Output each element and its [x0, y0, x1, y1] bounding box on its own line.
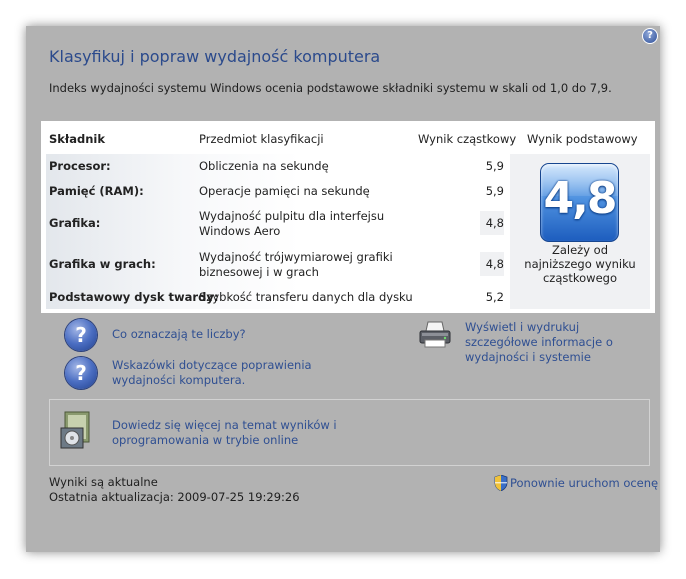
question-icon: ? — [65, 357, 97, 389]
component-subject: Wydajność pulpitu dla interfejsu Windows… — [199, 209, 385, 238]
rerun-assessment-link[interactable]: Ponownie uruchom ocenę — [510, 476, 658, 491]
component-score: 5,9 — [485, 184, 504, 198]
component-subject: Wydajność trójwymiarowej grafiki bizneso… — [199, 250, 393, 279]
component-name: Procesor: — [49, 159, 111, 173]
online-info-icon — [60, 411, 90, 449]
column-header-basescore: Wynik podstawowy — [527, 132, 638, 146]
print-details-link[interactable]: Wyświetl i wydrukuj szczegółowe informac… — [465, 320, 655, 365]
component-name: Grafika: — [49, 216, 101, 230]
performance-tips-link[interactable]: Wskazówki dotyczące poprawienia wydajnoś… — [112, 358, 322, 388]
component-subject: Operacje pamięci na sekundę — [199, 184, 370, 198]
component-name: Grafika w grach: — [49, 257, 156, 271]
column-header-subject: Przedmiot klasyfikacji — [199, 132, 324, 146]
component-score: 5,2 — [485, 290, 504, 304]
learn-more-link[interactable]: Dowiedz się więcej na temat wyników i op… — [112, 418, 342, 448]
component-name: Pamięć (RAM): — [49, 184, 144, 198]
shield-icon — [494, 475, 508, 491]
help-icon[interactable]: ? — [642, 28, 658, 44]
component-score: 5,9 — [485, 159, 504, 173]
column-header-subscore: Wynik cząstkowy — [418, 132, 517, 146]
component-score: 4,8 — [480, 252, 504, 276]
page-description: Indeks wydajności systemu Windows ocenia… — [49, 81, 612, 95]
component-name: Podstawowy dysk twardy: — [49, 290, 219, 304]
question-icon: ? — [65, 319, 97, 351]
base-score-value: 4,8 — [543, 173, 618, 224]
what-numbers-link[interactable]: Co oznaczają te liczby? — [112, 327, 246, 342]
component-score: 4,8 — [480, 211, 504, 235]
base-score-note: Zależy od najniższego wyniku cząstkowego — [524, 243, 636, 285]
base-score-badge: 4,8 — [540, 163, 619, 242]
status-current: Wyniki są aktualne — [49, 475, 158, 489]
component-subject: Szybkość transferu danych dla dysku — [199, 290, 413, 304]
printer-icon — [419, 321, 451, 348]
status-last-update: Ostatnia aktualizacja: 2009-07-25 19:29:… — [49, 490, 300, 504]
page-title: Klasyfikuj i popraw wydajność komputera — [49, 47, 381, 66]
column-header-component: Składnik — [49, 132, 105, 146]
component-subject: Obliczenia na sekundę — [199, 159, 329, 173]
